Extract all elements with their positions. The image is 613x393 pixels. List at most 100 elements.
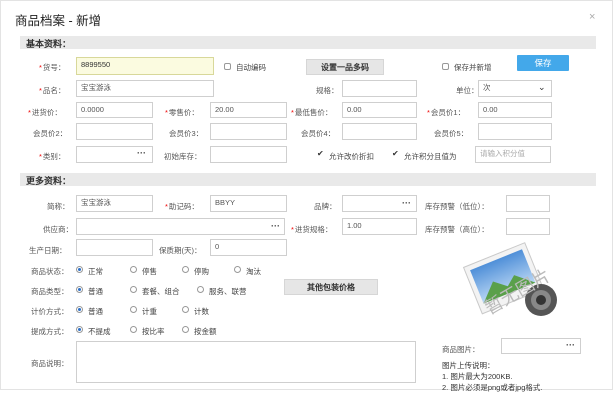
allow-points-checkbox[interactable]: ✔ xyxy=(392,150,399,158)
allow-discount-checkbox[interactable]: ✔ xyxy=(317,150,324,158)
purchase-spec-label: *进货规格： xyxy=(291,225,333,234)
type-option-combo: 套餐、组合 xyxy=(142,287,180,296)
upload-note-format: 2. 图片必须是png或者jpg格式. xyxy=(442,383,543,392)
supplier-input[interactable] xyxy=(76,218,285,235)
type-radio-normal[interactable] xyxy=(76,286,83,293)
code-label: *货号： xyxy=(39,63,66,72)
purchase-price-label: *进货价： xyxy=(28,108,62,117)
supplier-browse-icon[interactable]: ··· xyxy=(271,222,280,231)
basic-section-header: 基本资料： xyxy=(20,36,596,49)
pricing-label: 计价方式： xyxy=(31,307,69,316)
spec-label: 规格： xyxy=(316,86,339,95)
member-price1-input[interactable]: 0.00 xyxy=(478,102,552,118)
points-input[interactable]: 请输入积分值 xyxy=(475,146,551,163)
other-pack-price-button[interactable]: 其他包装价格 xyxy=(284,279,378,295)
member-price1-label: *会员价1： xyxy=(427,108,466,117)
stock-warn-high-label: 库存预警（高位）： xyxy=(425,225,489,234)
save-and-new-checkbox[interactable] xyxy=(442,63,449,70)
brand-browse-icon[interactable]: ··· xyxy=(402,199,411,208)
retail-price-label: *零售价： xyxy=(165,108,199,117)
member-price3-input[interactable] xyxy=(210,123,287,140)
commission-radio-none[interactable] xyxy=(76,326,83,333)
short-name-label: 简称： xyxy=(47,202,70,211)
min-price-input[interactable]: 0.00 xyxy=(342,102,417,118)
close-icon[interactable]: × xyxy=(589,11,595,23)
category-browse-icon[interactable]: ··· xyxy=(137,149,146,158)
dialog-title: 商品档案 - 新增 xyxy=(15,14,102,28)
stock-warn-low-input[interactable] xyxy=(506,195,550,212)
basic-section-title: 基本资料： xyxy=(26,39,72,49)
initial-stock-input[interactable] xyxy=(210,146,287,163)
commission-label: 提成方式： xyxy=(31,327,69,336)
mnemonic-input[interactable]: BBYY xyxy=(210,195,287,212)
type-option-normal: 普通 xyxy=(88,287,103,296)
chevron-down-icon[interactable]: ⌄ xyxy=(538,82,546,93)
description-textarea[interactable] xyxy=(76,341,416,383)
commission-radio-ratio[interactable] xyxy=(130,326,137,333)
status-option-stop-purchase: 停购 xyxy=(194,267,209,276)
pricing-radio-count[interactable] xyxy=(182,306,189,313)
member-price4-input[interactable] xyxy=(342,123,417,140)
spec-input[interactable] xyxy=(342,80,417,97)
status-radio-eliminated[interactable] xyxy=(234,266,241,273)
allow-discount-label: 允许改价折扣 xyxy=(329,152,374,161)
production-date-input[interactable] xyxy=(76,239,153,256)
more-section-header: 更多资料： xyxy=(20,173,596,186)
auto-code-checkbox[interactable] xyxy=(224,63,231,70)
status-radio-stop-sale[interactable] xyxy=(130,266,137,273)
status-radio-normal[interactable] xyxy=(76,266,83,273)
stock-warn-high-input[interactable] xyxy=(506,218,550,235)
short-name-input[interactable]: 宝宝游泳 xyxy=(76,195,153,212)
image-label: 商品图片： xyxy=(442,345,480,354)
status-label: 商品状态： xyxy=(31,267,69,276)
shelf-life-label: 保质期(天)： xyxy=(159,246,202,255)
pricing-option-count: 计数 xyxy=(194,307,209,316)
more-section-title: 更多资料： xyxy=(26,176,72,186)
description-label: 商品说明： xyxy=(31,359,69,368)
unit-label: 单位： xyxy=(456,86,479,95)
member-price4-label: 会员价4： xyxy=(301,129,336,138)
type-label: 商品类型： xyxy=(31,287,69,296)
min-price-label: *最低售价： xyxy=(291,108,333,117)
pricing-option-weight: 计重 xyxy=(142,307,157,316)
shelf-life-input[interactable]: 0 xyxy=(210,239,287,256)
commission-option-ratio: 按比率 xyxy=(142,327,165,336)
pricing-radio-weight[interactable] xyxy=(130,306,137,313)
commission-radio-amount[interactable] xyxy=(182,326,189,333)
name-label: *品名： xyxy=(39,86,66,95)
auto-code-label: 自动编码 xyxy=(236,63,266,72)
allow-points-label: 允许积分且值为 xyxy=(404,152,457,161)
purchase-spec-input[interactable]: 1.00 xyxy=(342,218,417,235)
mnemonic-label: *助记码： xyxy=(165,202,199,211)
supplier-label: 供应商： xyxy=(43,225,73,234)
member-price5-label: 会员价5： xyxy=(434,129,469,138)
production-date-label: 生产日期： xyxy=(29,246,67,255)
type-radio-combo[interactable] xyxy=(130,286,137,293)
commission-option-none: 不提成 xyxy=(88,327,111,336)
pricing-radio-normal[interactable] xyxy=(76,306,83,313)
unit-value: 次 xyxy=(483,83,491,92)
type-option-service: 服务、联营 xyxy=(209,287,247,296)
image-browse-icon[interactable]: ··· xyxy=(566,341,575,350)
one-multi-code-button[interactable]: 设置一品多码 xyxy=(306,59,384,75)
member-price2-input[interactable] xyxy=(76,123,153,140)
retail-price-input[interactable]: 20.00 xyxy=(210,102,287,118)
status-option-eliminated: 淘汰 xyxy=(246,267,261,276)
product-archive-dialog: 商品档案 - 新增 × 基本资料： *货号： 8899550 自动编码 设置一品… xyxy=(0,0,613,392)
stock-warn-low-label: 库存预警（低位）： xyxy=(425,202,489,211)
name-input[interactable]: 宝宝游泳 xyxy=(76,80,214,97)
commission-option-amount: 按金额 xyxy=(194,327,217,336)
purchase-price-input[interactable]: 0.0000 xyxy=(76,102,153,118)
initial-stock-label: 初始库存： xyxy=(164,152,202,161)
category-label: *类别： xyxy=(39,152,66,161)
status-radio-stop-purchase[interactable] xyxy=(182,266,189,273)
save-button[interactable]: 保存 xyxy=(517,55,569,71)
status-option-stop-sale: 停售 xyxy=(142,267,157,276)
member-price5-input[interactable] xyxy=(478,123,552,140)
code-input[interactable]: 8899550 xyxy=(76,57,214,75)
product-image-placeholder[interactable]: 暂无图片 xyxy=(453,238,571,330)
brand-label: 品牌： xyxy=(314,202,337,211)
upload-note-size: 1. 图片最大为200KB. xyxy=(442,372,513,381)
pricing-option-normal: 普通 xyxy=(88,307,103,316)
type-radio-service[interactable] xyxy=(197,286,204,293)
